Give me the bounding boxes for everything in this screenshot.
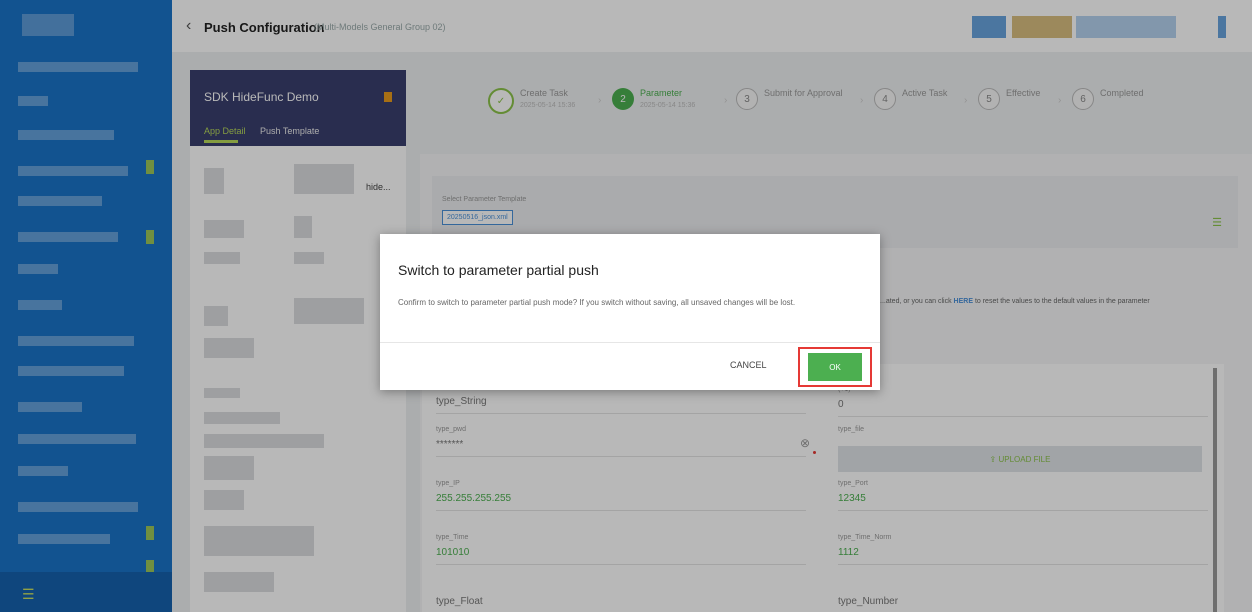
dialog-divider	[380, 342, 880, 343]
dialog-title: Switch to parameter partial push	[398, 262, 599, 278]
confirm-dialog: Switch to parameter partial push Confirm…	[380, 234, 880, 390]
cancel-button[interactable]: CANCEL	[730, 360, 767, 370]
ok-button[interactable]: OK	[808, 353, 862, 381]
dialog-message: Confirm to switch to parameter partial p…	[398, 298, 796, 307]
